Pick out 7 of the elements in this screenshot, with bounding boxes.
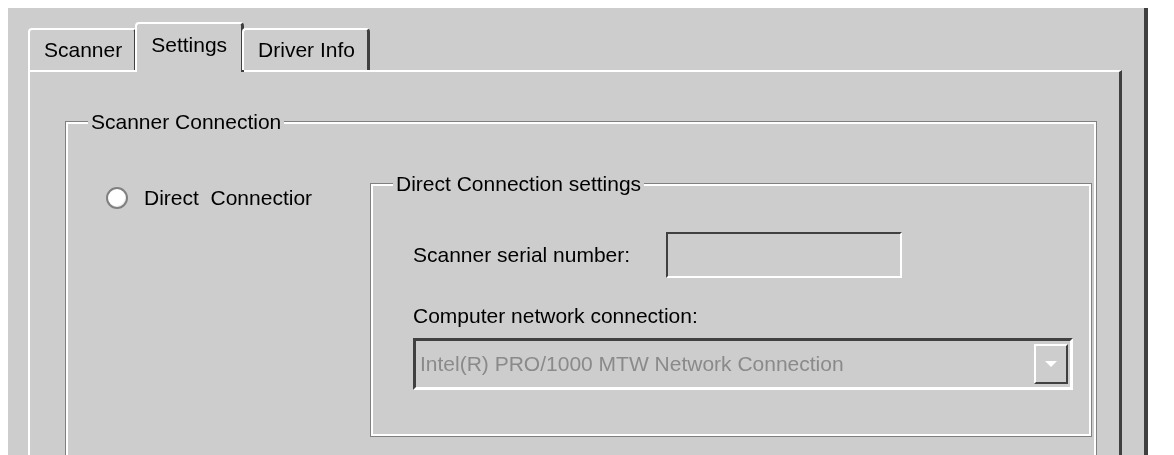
tab[interactable]: Settings — [135, 22, 245, 72]
tab[interactable]: Driver Info — [242, 28, 370, 70]
field-label: Computer network connection: — [413, 304, 699, 328]
radio-button[interactable] — [106, 187, 128, 209]
radio-label[interactable]: Direct Connectior — [144, 186, 313, 210]
field-label: Scanner serial number: — [413, 243, 631, 267]
tab[interactable]: Scanner — [28, 28, 138, 70]
